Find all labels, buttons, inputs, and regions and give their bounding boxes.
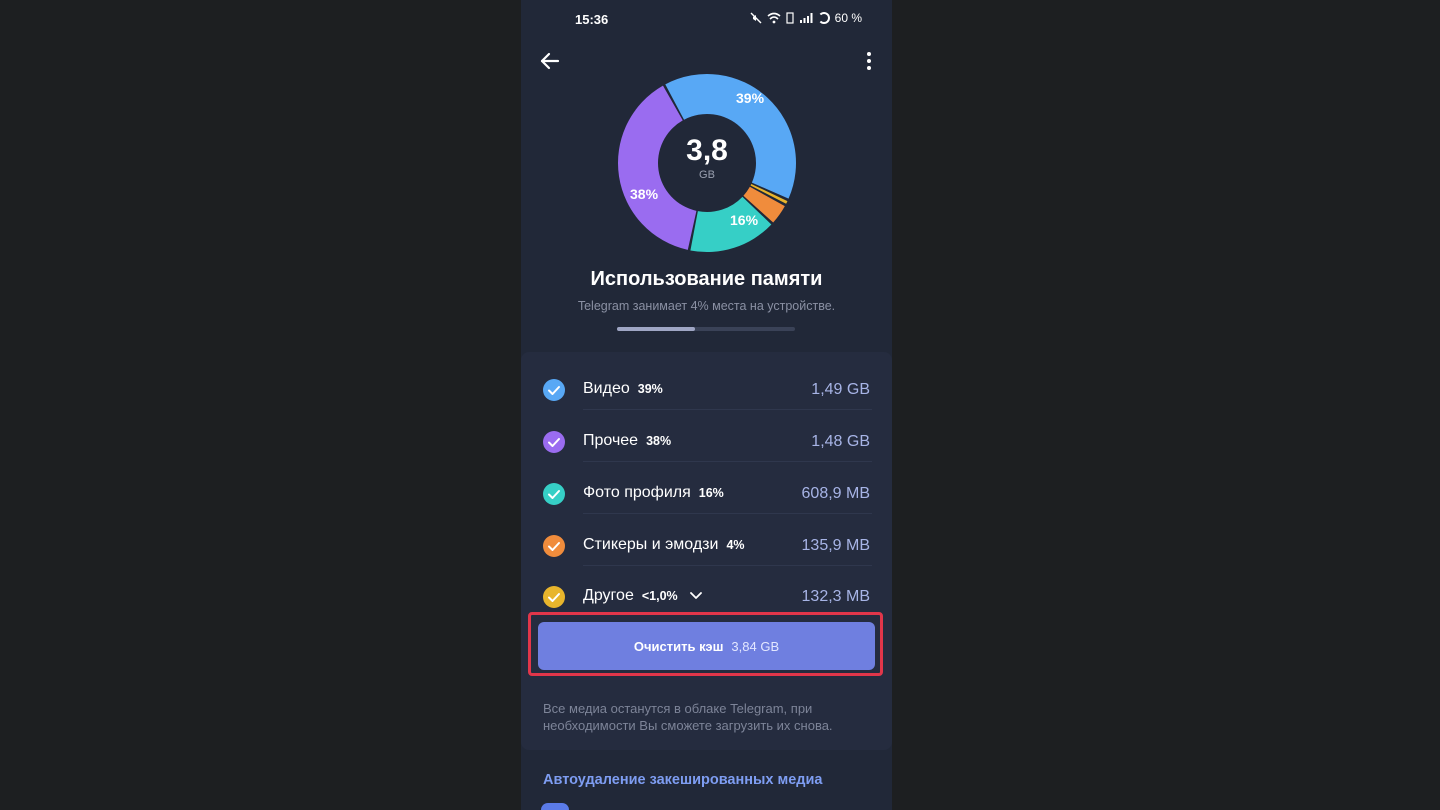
device-usage-bar bbox=[617, 327, 795, 331]
check-circle-icon[interactable] bbox=[543, 431, 565, 453]
item-size: 132,3 MB bbox=[801, 588, 870, 605]
clear-cache-label: Очистить кэш bbox=[633, 638, 724, 654]
item-size: 1,48 GB bbox=[811, 433, 870, 450]
item-label: Стикеры и эмодзи bbox=[583, 536, 719, 553]
clear-cache-amount: 3,84 GB bbox=[731, 638, 780, 654]
item-size: 608,9 MB bbox=[801, 485, 870, 502]
item-size: 1,49 GB bbox=[811, 381, 870, 398]
storage-donut-chart: 39% 38% 16% 3,8 GB bbox=[616, 72, 798, 254]
clear-cache-button[interactable]: Очистить кэш 3,84 GB bbox=[538, 622, 875, 670]
item-percent: 39% bbox=[637, 382, 663, 396]
page-title: Использование памяти bbox=[590, 268, 823, 290]
item-label: Другое bbox=[583, 587, 634, 604]
signal-icon bbox=[799, 13, 813, 23]
list-item-misc[interactable]: Другое <1,0% 132,3 MB bbox=[521, 565, 892, 617]
list-item-other-files[interactable]: Прочее 38% 1,48 GB bbox=[521, 410, 892, 462]
item-label: Прочее bbox=[583, 432, 639, 449]
phone-screen: 15:36 60 % 39% 38% 16% 3,8 GB Использова… bbox=[521, 0, 892, 810]
chevron-down-icon[interactable] bbox=[690, 591, 702, 600]
page-subtitle: Telegram занимает 4% места на устройстве… bbox=[577, 299, 836, 313]
status-icons: 60 % bbox=[750, 11, 862, 25]
check-circle-icon[interactable] bbox=[543, 586, 565, 608]
donut-center: 3,8 GB bbox=[616, 134, 798, 182]
slice-label-video: 39% bbox=[736, 90, 765, 106]
slice-label-profile: 16% bbox=[730, 212, 759, 228]
total-storage-value: 3,8 bbox=[686, 134, 728, 167]
sim-icon bbox=[786, 12, 794, 24]
status-time: 15:36 bbox=[575, 12, 609, 27]
battery-level: 60 % bbox=[834, 11, 862, 25]
arrow-left-icon[interactable] bbox=[539, 50, 561, 72]
auto-delete-title: Автоудаление закешированных медиа bbox=[543, 772, 823, 788]
item-size: 135,9 MB bbox=[801, 537, 870, 554]
background-right bbox=[892, 0, 1440, 810]
battery-icon bbox=[817, 12, 830, 24]
check-circle-icon[interactable] bbox=[543, 379, 565, 401]
item-percent: 16% bbox=[698, 486, 724, 500]
list-item-video[interactable]: Видео 39% 1,49 GB bbox=[521, 358, 892, 410]
status-bar: 15:36 60 % bbox=[521, 0, 892, 38]
auto-delete-toggle[interactable] bbox=[541, 803, 569, 810]
more-vertical-icon[interactable] bbox=[864, 50, 874, 72]
list-item-stickers[interactable]: Стикеры и эмодзи 4% 135,9 MB bbox=[521, 514, 892, 566]
item-label: Фото профиля bbox=[583, 484, 691, 501]
slice-label-other: 38% bbox=[630, 186, 659, 202]
item-percent: 4% bbox=[726, 538, 745, 552]
item-percent: 38% bbox=[646, 434, 672, 448]
device-usage-fill bbox=[617, 327, 696, 331]
check-circle-icon[interactable] bbox=[543, 535, 565, 557]
check-circle-icon[interactable] bbox=[543, 483, 565, 505]
item-percent: <1,0% bbox=[641, 589, 678, 603]
item-label: Видео bbox=[583, 380, 630, 397]
wifi-icon bbox=[767, 12, 781, 24]
background-left bbox=[0, 0, 521, 810]
mute-icon bbox=[750, 12, 762, 24]
total-storage-unit: GB bbox=[699, 169, 715, 181]
list-item-profile-photos[interactable]: Фото профиля 16% 608,9 MB bbox=[521, 462, 892, 514]
storage-category-list: Видео 39% 1,49 GB Прочее 38% 1,48 GB Фото … bbox=[521, 352, 892, 750]
cloud-info-text: Все медиа останутся в облаке Telegram, п… bbox=[543, 701, 833, 733]
